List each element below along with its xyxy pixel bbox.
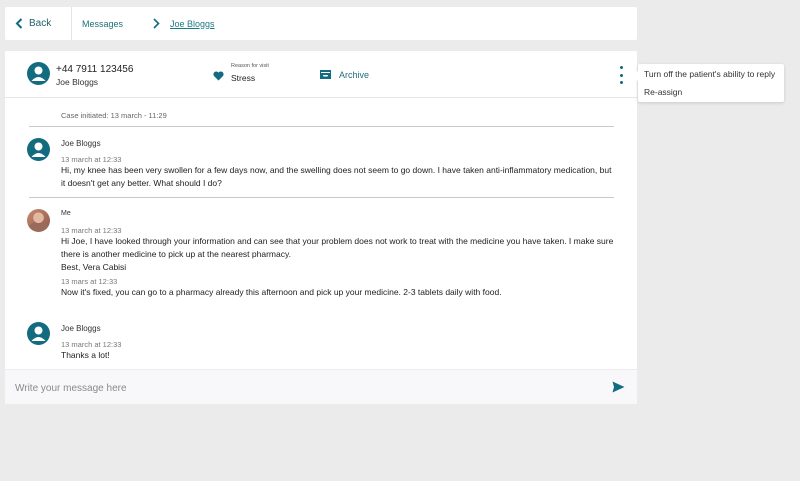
avatar bbox=[27, 209, 50, 232]
message-text: Hi Joe, I have looked through your infor… bbox=[61, 236, 614, 259]
message-text: Hi, my knee has been very swollen for a … bbox=[61, 165, 612, 188]
reason-value: Stress bbox=[231, 73, 256, 83]
divider bbox=[29, 126, 614, 127]
message-text: Now it's fixed, you can go to a pharmacy… bbox=[61, 287, 502, 297]
archive-icon[interactable] bbox=[319, 69, 332, 80]
case-initiated: Case initiated: 13 march - 11:29 bbox=[61, 111, 167, 120]
message-author: Joe Bloggs bbox=[61, 139, 101, 148]
send-icon[interactable] bbox=[612, 381, 625, 393]
message-input[interactable] bbox=[15, 378, 595, 398]
avatar bbox=[27, 138, 50, 161]
options-menu: Turn off the patient's ability to reply … bbox=[632, 64, 784, 102]
top-navigation-bar: Back Messages Joe Bloggs bbox=[5, 7, 637, 40]
message-composer bbox=[5, 369, 637, 404]
divider bbox=[29, 197, 614, 198]
breadcrumb-current[interactable]: Joe Bloggs bbox=[170, 19, 215, 29]
back-label: Back bbox=[29, 18, 52, 29]
reason-label: Reason for visit bbox=[231, 63, 269, 69]
message-author: Me bbox=[61, 210, 71, 217]
conversation-header: +44 7911 123456 Joe Bloggs Reason for vi… bbox=[5, 51, 637, 98]
menu-item-reassign[interactable]: Re-assign bbox=[644, 87, 682, 97]
message-signature: Best, Vera Cabisi bbox=[61, 262, 127, 272]
message-text: Thanks a lot! bbox=[61, 350, 110, 360]
message-time: 13 march at 12:33 bbox=[61, 155, 122, 164]
message-time: 13 march at 12:33 bbox=[61, 226, 122, 235]
breadcrumb-messages[interactable]: Messages bbox=[82, 19, 123, 29]
archive-button[interactable]: Archive bbox=[339, 70, 369, 80]
user-icon bbox=[31, 142, 46, 157]
chevron-left-icon bbox=[15, 18, 23, 29]
more-options-icon[interactable] bbox=[616, 65, 626, 85]
avatar bbox=[27, 322, 50, 345]
user-icon bbox=[31, 326, 46, 341]
patient-phone: +44 7911 123456 bbox=[56, 64, 134, 75]
chevron-right-icon bbox=[153, 18, 160, 29]
back-button[interactable]: Back bbox=[5, 7, 72, 40]
menu-item-turn-off-reply[interactable]: Turn off the patient's ability to reply bbox=[644, 69, 775, 79]
user-icon bbox=[31, 66, 46, 81]
message-author: Joe Bloggs bbox=[61, 324, 101, 333]
conversation-panel: +44 7911 123456 Joe Bloggs Reason for vi… bbox=[5, 51, 637, 404]
message-time: 13 march at 12:33 bbox=[61, 340, 122, 349]
message-time: 13 mars at 12:33 bbox=[61, 277, 118, 286]
patient-name: Joe Bloggs bbox=[56, 77, 99, 87]
heart-icon bbox=[213, 71, 224, 81]
avatar bbox=[27, 62, 50, 85]
